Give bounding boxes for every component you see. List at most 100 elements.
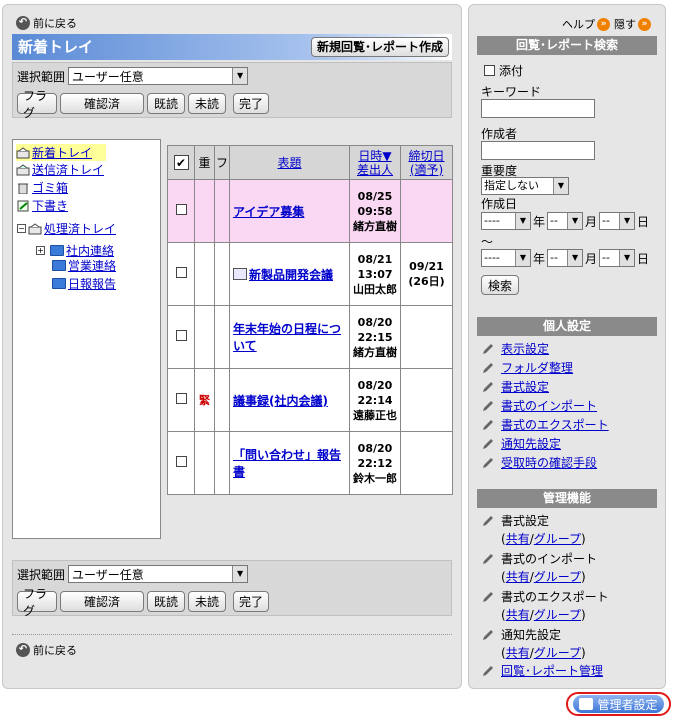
row-subject[interactable]: 新製品開発会議 <box>249 268 333 282</box>
keyword-input[interactable] <box>481 99 595 118</box>
row-subject[interactable]: 議事録(社内会議) <box>233 394 328 408</box>
folder-processed[interactable]: − 処理済トレイ <box>17 220 116 237</box>
row-subject[interactable]: 年末年始の日程について <box>233 322 341 353</box>
table-row[interactable]: 新製品開発会議 08/21 13:07 山田太郎 09/21 (26日) <box>167 242 453 306</box>
row-checkbox[interactable] <box>175 204 187 215</box>
admin-scope-links: (共有/グループ) <box>501 570 586 584</box>
personal-setting-link[interactable]: 書式のインポート <box>481 397 597 414</box>
personal-setting-link[interactable]: 書式のエクスポート <box>481 416 609 433</box>
range-select-value: ユーザー任意 <box>72 567 144 582</box>
to-day-select[interactable]: -- ▼ <box>599 249 636 267</box>
folder-sub-2[interactable]: 日報報告 <box>52 275 116 292</box>
collapse-icon[interactable]: − <box>17 224 26 233</box>
search-button[interactable]: 検索 <box>481 275 519 295</box>
row-checkbox[interactable] <box>175 330 187 341</box>
table-row[interactable]: 「問い合わせ」報告書 08/20 22:12 鈴木一郎 <box>167 431 453 495</box>
attach-checkbox-row[interactable]: 添付 <box>484 62 523 79</box>
group-link[interactable]: グループ <box>534 646 581 660</box>
personal-setting-link[interactable]: 通知先設定 <box>481 435 561 452</box>
table-row[interactable]: 年末年始の日程について 08/20 22:15 緒方直樹 <box>167 305 453 369</box>
to-year-select[interactable]: ---- ▼ <box>481 249 531 267</box>
row-checkbox[interactable] <box>175 456 187 467</box>
admin-scope-links: (共有/グループ) <box>501 608 586 622</box>
pencil-icon <box>483 343 493 354</box>
table-row[interactable]: 緊 議事録(社内会議) 08/20 22:14 遠藤正也 <box>167 368 453 432</box>
admin-settings-button[interactable]: 管理者設定 <box>566 692 671 716</box>
personal-setting-link[interactable]: 書式設定 <box>481 378 549 395</box>
confirmed-button[interactable]: 確認済 <box>60 591 144 612</box>
subject-header[interactable]: 表題 <box>229 145 350 180</box>
shared-link[interactable]: 共有 <box>506 532 530 546</box>
expand-icon[interactable]: + <box>36 246 45 255</box>
pencil-icon <box>483 629 493 640</box>
author-input[interactable] <box>481 141 595 160</box>
row-checkbox[interactable] <box>175 267 187 278</box>
read-button[interactable]: 既読 <box>147 93 185 114</box>
draft-icon <box>17 200 29 211</box>
row-subject[interactable]: アイデア募集 <box>233 205 304 219</box>
flag-button[interactable]: フラグ <box>17 587 57 618</box>
admin-function-item: 通知先設定 <box>481 626 561 643</box>
shared-link[interactable]: 共有 <box>506 608 530 622</box>
table-row[interactable]: アイデア募集 08/25 09:58 緒方直樹 <box>167 179 453 243</box>
attach-checkbox[interactable] <box>484 65 495 76</box>
range-select[interactable]: ユーザー任意 ▼ <box>68 565 249 583</box>
folder-sub-label: 日報報告 <box>68 277 117 291</box>
personal-setting-link[interactable]: フォルダ整理 <box>481 359 573 376</box>
row-checkbox[interactable] <box>175 393 187 404</box>
chevron-down-icon: ▼ <box>619 213 635 229</box>
group-link[interactable]: グループ <box>534 608 581 622</box>
range-select-value: ユーザー任意 <box>72 69 144 84</box>
flag-button[interactable]: フラグ <box>17 89 57 120</box>
confirmed-button[interactable]: 確認済 <box>60 93 144 114</box>
row-deadline: 09/21 (26日) <box>400 242 453 306</box>
row-subject[interactable]: 「問い合わせ」報告書 <box>233 448 341 479</box>
shared-link[interactable]: 共有 <box>506 570 530 584</box>
admin-icon <box>579 698 594 710</box>
keyword-label: キーワード <box>481 85 542 99</box>
processed-tray-icon <box>28 222 42 234</box>
select-all-header[interactable]: ✔ <box>167 145 195 180</box>
shared-link[interactable]: 共有 <box>506 646 530 660</box>
chevron-down-icon: ▼ <box>567 213 583 229</box>
unread-button[interactable]: 未読 <box>188 93 226 114</box>
importance-select[interactable]: 指定しない ▼ <box>481 177 569 195</box>
divider <box>12 634 452 635</box>
folder-draft[interactable]: 下書き <box>16 197 68 214</box>
from-day-select[interactable]: -- ▼ <box>599 212 636 230</box>
report-management-link[interactable]: 回覧･レポート管理 <box>481 662 603 679</box>
back-link-top[interactable]: ↶ 前に戻る <box>16 15 77 31</box>
personal-setting-link[interactable]: 受取時の確認手段 <box>481 454 597 471</box>
hide-link[interactable]: 隠す » <box>614 16 651 32</box>
folder-sent[interactable]: 送信済トレイ <box>16 161 104 178</box>
range-label: 選択範囲 <box>17 567 66 582</box>
row-deadline <box>400 368 453 432</box>
message-table: ✔ 重 フ 表題 日時▼ 差出人 締切日 (適予) アイデア募集 08/25 09:5… <box>167 145 453 495</box>
deadline-header[interactable]: 締切日 (適予) <box>400 145 453 180</box>
chevron-down-icon: ▼ <box>553 178 568 194</box>
folder-inbox[interactable]: 新着トレイ <box>16 144 107 161</box>
done-button[interactable]: 完了 <box>233 591 269 612</box>
range-select[interactable]: ユーザー任意 ▼ <box>68 67 249 85</box>
new-report-button[interactable]: 新規回覧･レポート作成 <box>310 37 449 57</box>
pencil-icon <box>483 381 493 392</box>
date-from-row: ---- ▼ 年 -- ▼ 月 -- ▼ 日 <box>481 212 649 230</box>
group-link[interactable]: グループ <box>534 570 581 584</box>
check-all-icon[interactable]: ✔ <box>173 155 189 170</box>
date-header[interactable]: 日時▼ 差出人 <box>349 145 401 180</box>
folder-sub-1[interactable]: 営業連絡 <box>52 257 116 274</box>
back-link-bottom[interactable]: ↶ 前に戻る <box>16 642 77 658</box>
to-month-select[interactable]: -- ▼ <box>547 249 584 267</box>
from-month-select[interactable]: -- ▼ <box>547 212 584 230</box>
from-year-select[interactable]: ---- ▼ <box>481 212 531 230</box>
row-date: 08/20 22:14 遠藤正也 <box>349 368 401 432</box>
folder-trash[interactable]: ゴミ箱 <box>16 179 68 196</box>
help-link[interactable]: ヘルプ » <box>562 16 610 32</box>
done-button[interactable]: 完了 <box>233 93 269 114</box>
read-button[interactable]: 既読 <box>147 591 185 612</box>
unread-button[interactable]: 未読 <box>188 591 226 612</box>
back-label: 前に戻る <box>33 17 77 30</box>
personal-setting-link[interactable]: 表示設定 <box>481 340 549 357</box>
group-link[interactable]: グループ <box>534 532 581 546</box>
memo-icon <box>233 267 247 280</box>
